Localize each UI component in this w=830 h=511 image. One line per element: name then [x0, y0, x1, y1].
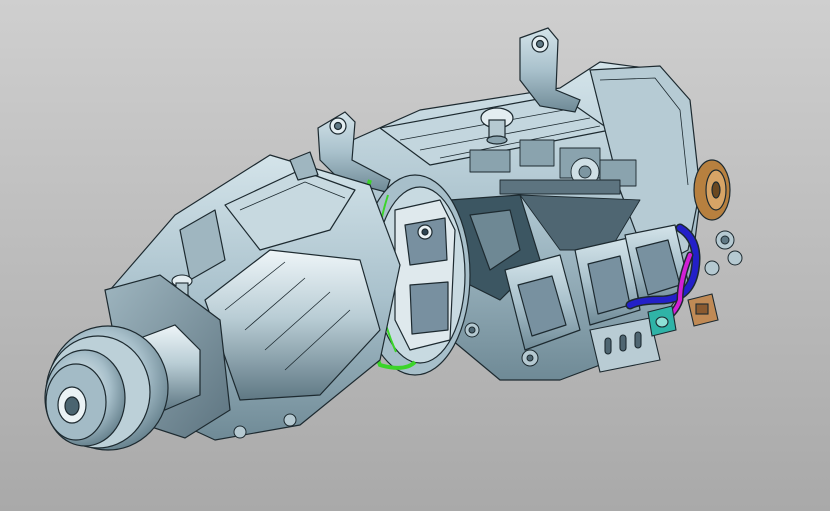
gearbox-assembly-model[interactable]	[0, 0, 830, 511]
rear-output-flange[interactable]	[693, 159, 731, 221]
output-pulley[interactable]	[44, 325, 169, 451]
cad-3d-viewport[interactable]	[0, 0, 830, 511]
electrical-connector[interactable]	[687, 293, 719, 327]
teal-hose-fitting[interactable]	[647, 305, 677, 337]
rear-bolt-cluster	[704, 230, 743, 276]
